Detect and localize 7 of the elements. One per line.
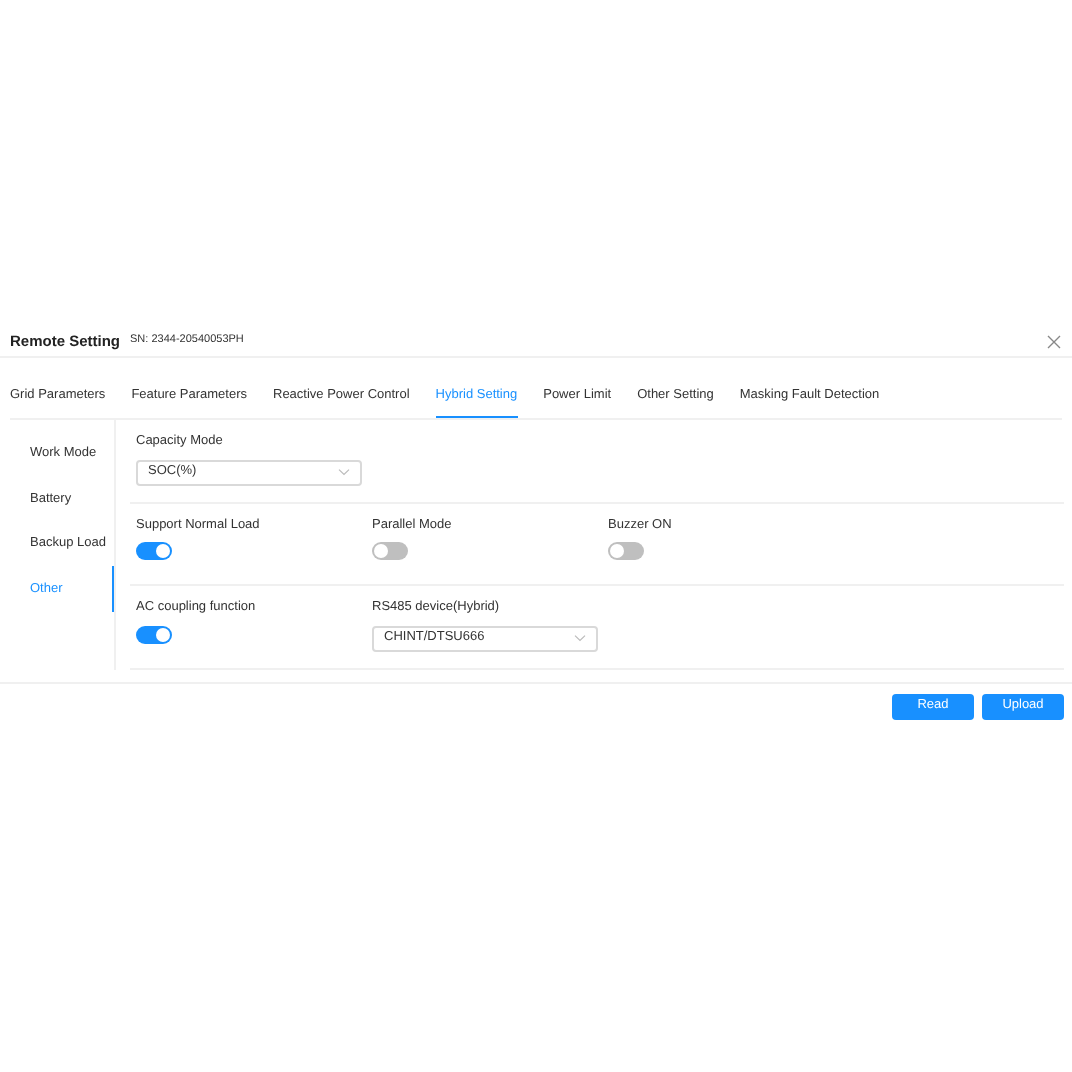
caret-icon bbox=[338, 468, 350, 476]
toggle-switch[interactable] bbox=[372, 542, 408, 561]
close-icon[interactable] bbox=[1046, 333, 1062, 349]
toggle-switch[interactable] bbox=[136, 542, 172, 561]
toggle-switch[interactable] bbox=[608, 542, 644, 561]
caret-icon bbox=[574, 634, 586, 643]
toggle-switch[interactable] bbox=[136, 625, 172, 644]
